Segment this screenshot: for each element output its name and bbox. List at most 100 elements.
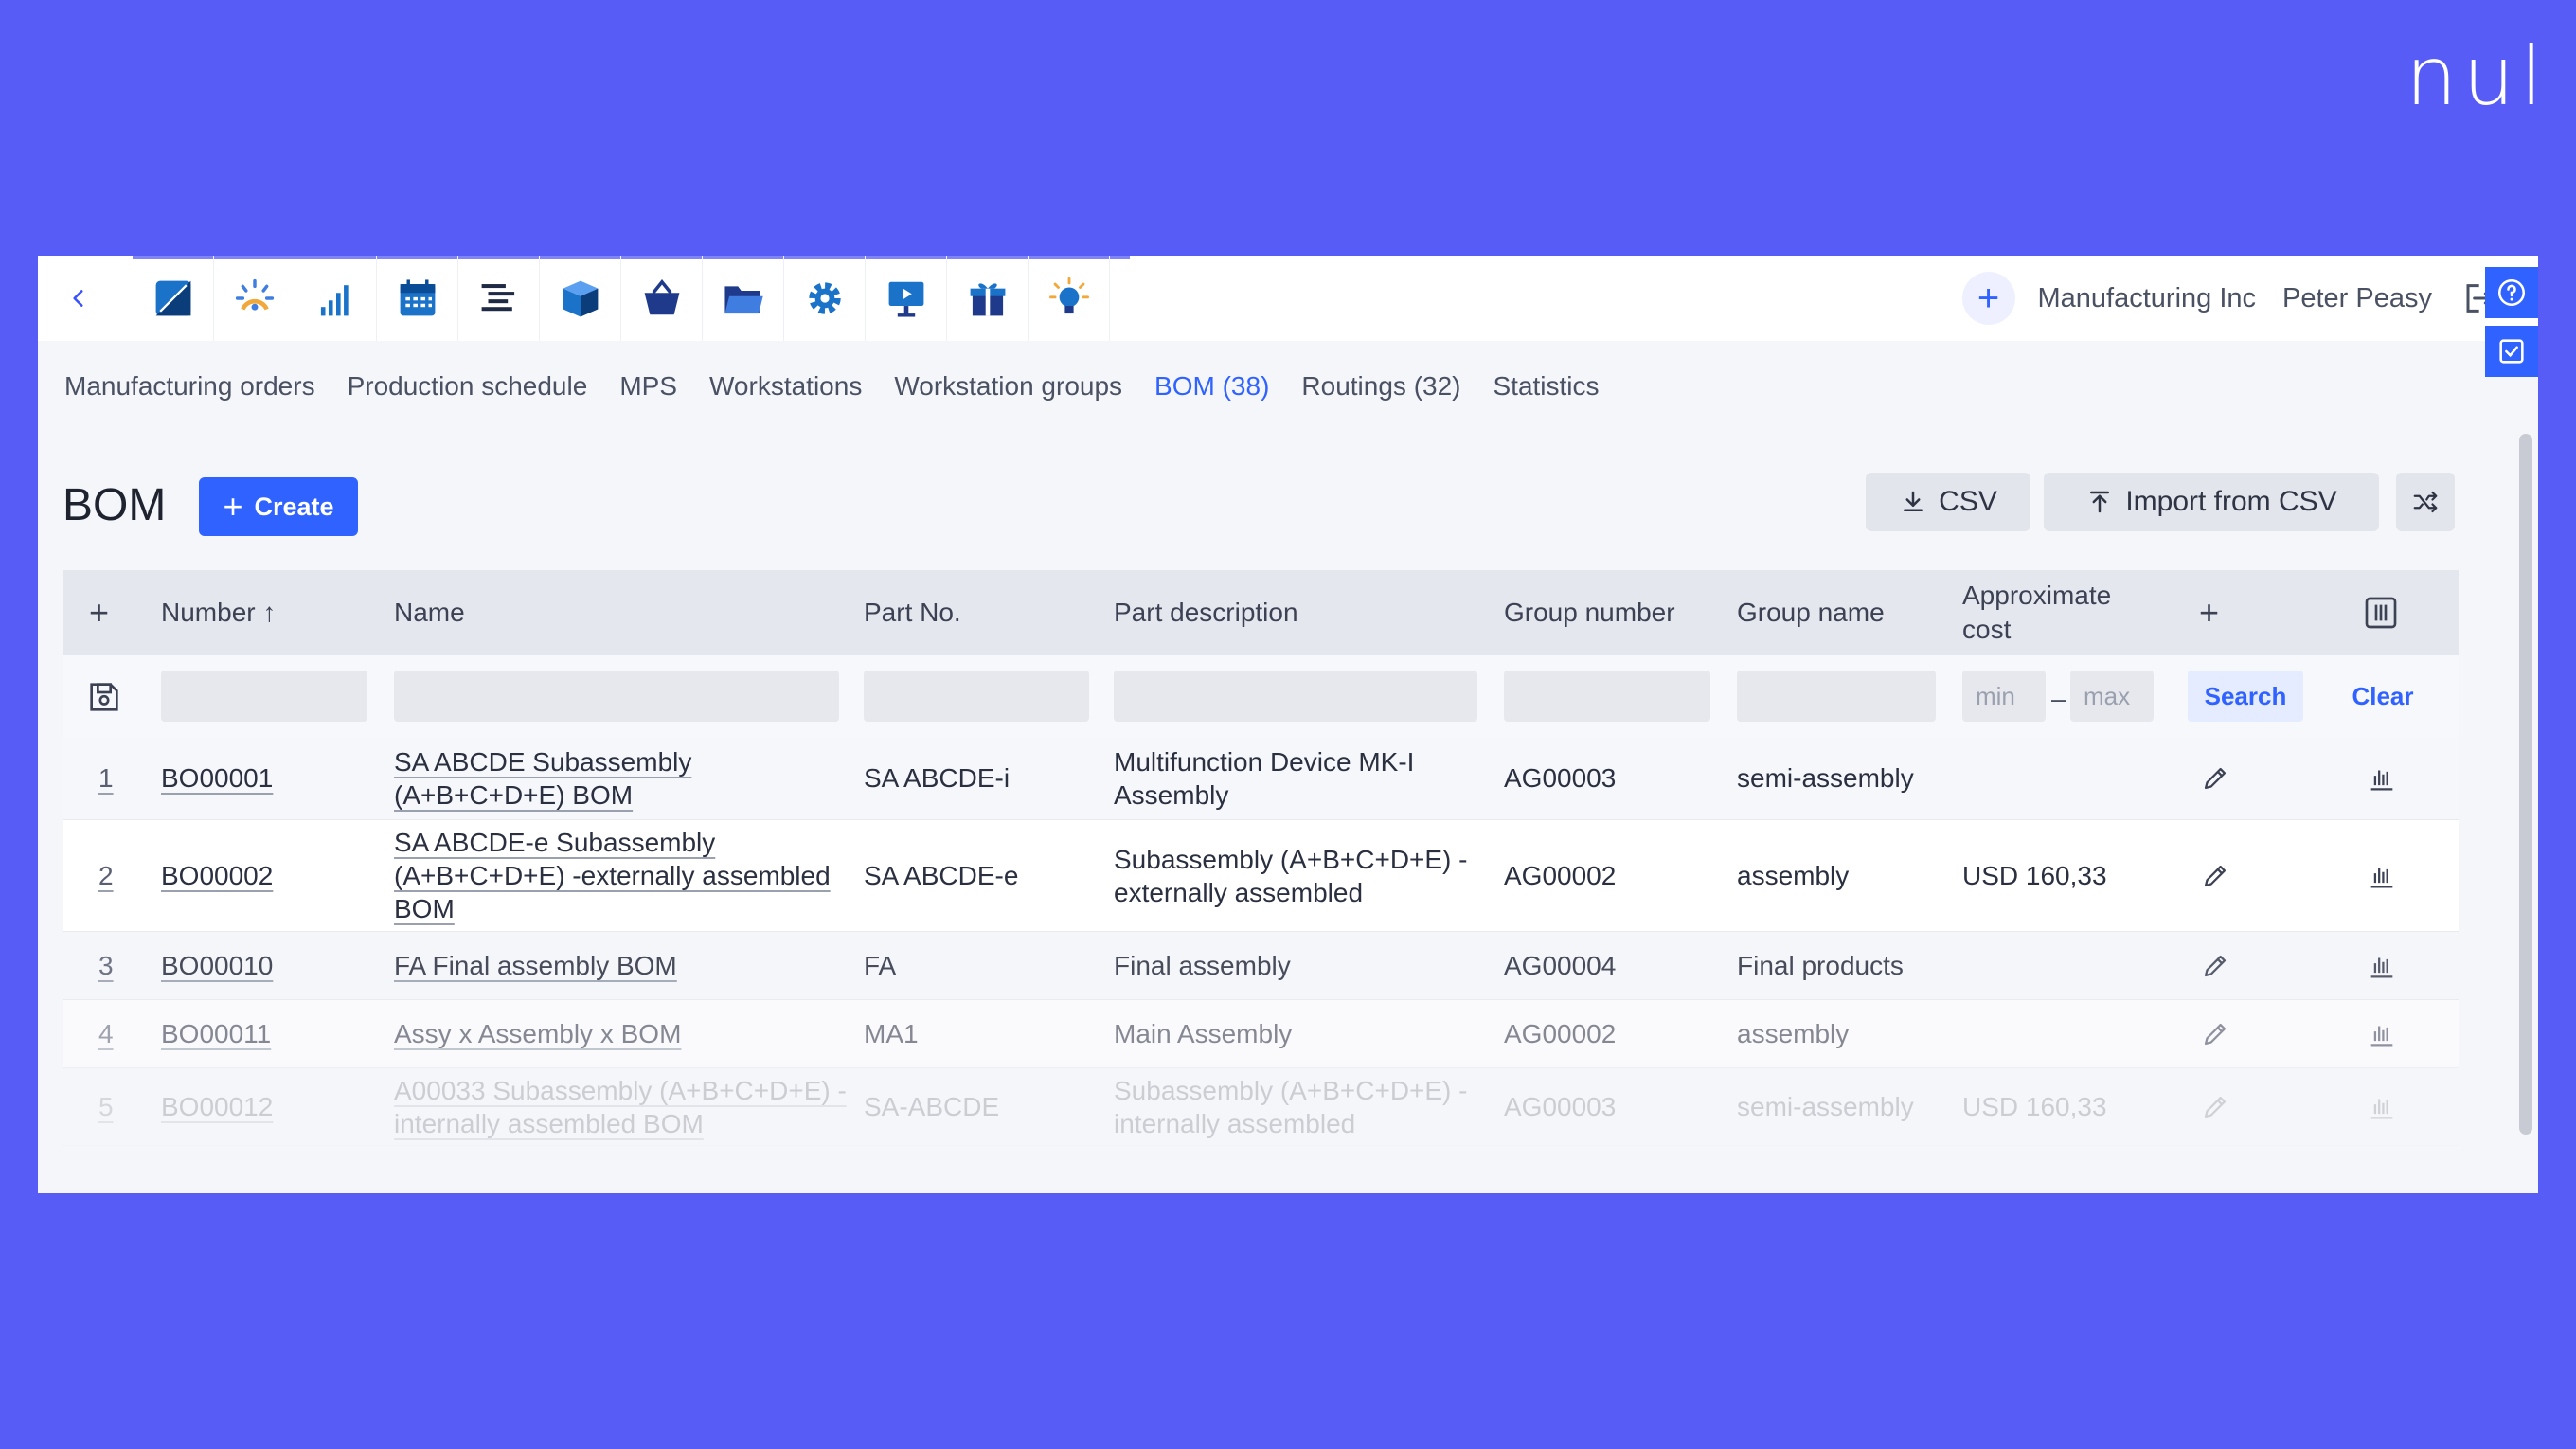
edit-button[interactable]	[2199, 820, 2231, 931]
lightbulb-icon	[1048, 277, 1089, 314]
module-gifts[interactable]	[947, 256, 1029, 341]
table-row[interactable]: 5 BO00012 A00033 Subassembly (A+B+C+D+E)…	[63, 1068, 2459, 1146]
table-row[interactable]: 1 BO00001 SA ABCDE Subassembly (A+B+C+D+…	[63, 737, 2459, 820]
download-icon	[1904, 491, 1923, 511]
part-description: Subassembly (A+B+C+D+E) - internally ass…	[1114, 1075, 1468, 1138]
filter-name-input[interactable]	[394, 671, 839, 722]
filter-cost-max-input[interactable]: max	[2070, 671, 2154, 722]
module-settings[interactable]	[784, 256, 866, 341]
column-number[interactable]: Number ↑	[161, 570, 276, 655]
column-approximate-cost[interactable]: Approximate cost	[1962, 570, 2142, 655]
save-icon	[90, 683, 118, 711]
add-column-button[interactable]: +	[2199, 570, 2219, 655]
bom-number-link[interactable]: BO00010	[161, 932, 273, 999]
bom-number-link[interactable]: BO00001	[161, 737, 273, 819]
csv-export-button[interactable]: CSV	[1866, 473, 2030, 531]
module-progress[interactable]	[214, 256, 295, 341]
create-button[interactable]: + Create	[199, 477, 358, 536]
module-presentation[interactable]	[866, 256, 947, 341]
tab-bom[interactable]: BOM (38)	[1154, 371, 1269, 402]
module-inventory[interactable]	[540, 256, 621, 341]
module-files[interactable]	[703, 256, 784, 341]
tab-workstation-groups[interactable]: Workstation groups	[894, 371, 1122, 402]
module-ideas[interactable]	[1029, 256, 1110, 341]
group-name: assembly	[1737, 861, 1850, 890]
part-no: SA ABCDE-i	[864, 763, 1011, 793]
save-filter-button[interactable]	[85, 678, 123, 721]
module-dashboard[interactable]	[133, 256, 214, 341]
module-sales[interactable]	[621, 256, 703, 341]
table-row[interactable]: 3 BO00010 FA Final assembly BOM FA Final…	[63, 932, 2459, 1000]
pencil-icon	[2204, 767, 2227, 789]
company-name[interactable]: Manufacturing Inc	[2038, 283, 2257, 314]
filter-cost-min-input[interactable]: min	[1962, 671, 2046, 722]
task-list-icon	[481, 284, 514, 312]
vertical-scrollbar[interactable]	[2519, 434, 2532, 1135]
bom-name-link[interactable]: SA ABCDE-e Subassembly (A+B+C+D+E) -exte…	[394, 820, 839, 931]
bar-chart-icon	[2370, 1099, 2393, 1118]
help-button[interactable]	[2485, 267, 2538, 318]
bom-name-link[interactable]: SA ABCDE Subassembly (A+B+C+D+E) BOM	[394, 737, 707, 819]
bom-name-link[interactable]: Assy x Assembly x BOM	[394, 1000, 839, 1067]
table-header-row: + Number ↑ Name Part No. Part descriptio…	[63, 570, 2459, 655]
create-button-label: Create	[254, 492, 334, 521]
back-chevron-icon[interactable]	[64, 282, 93, 314]
column-part-no[interactable]: Part No.	[864, 570, 961, 655]
tab-workstations[interactable]: Workstations	[709, 371, 862, 402]
table-row[interactable]: 4 BO00011 Assy x Assembly x BOM MA1 Main…	[63, 1000, 2459, 1068]
add-row-button[interactable]: +	[89, 570, 109, 655]
user-name[interactable]: Peter Peasy	[2282, 283, 2432, 314]
bom-name-link[interactable]: A00033 Subassembly (A+B+C+D+E) -internal…	[394, 1068, 849, 1145]
filter-part-description-input[interactable]	[1114, 671, 1477, 722]
part-no: FA	[864, 951, 897, 980]
stats-button[interactable]	[2366, 820, 2398, 931]
module-signal[interactable]	[295, 256, 377, 341]
column-part-description[interactable]: Part description	[1114, 570, 1298, 655]
stats-button[interactable]	[2366, 932, 2398, 999]
bom-name-link[interactable]: FA Final assembly BOM	[394, 932, 839, 999]
tab-mps[interactable]: MPS	[619, 371, 677, 402]
clear-button[interactable]: Clear	[2334, 671, 2432, 722]
edit-button[interactable]	[2199, 1068, 2231, 1145]
bom-number-link[interactable]: BO00011	[161, 1000, 271, 1067]
tab-manufacturing-orders[interactable]: Manufacturing orders	[64, 371, 315, 402]
module-calendar[interactable]	[377, 256, 458, 341]
dashboard-icon	[155, 280, 190, 316]
group-name: semi-assembly	[1737, 763, 1914, 793]
group-name: assembly	[1737, 1019, 1850, 1048]
filter-group-number-input[interactable]	[1504, 671, 1710, 722]
filter-number-input[interactable]	[161, 671, 367, 722]
group-number: AG00004	[1504, 951, 1617, 980]
group-number: AG00002	[1504, 1019, 1617, 1048]
column-group-name[interactable]: Group name	[1737, 570, 1885, 655]
brand-logo: nul	[2406, 29, 2549, 124]
bom-number-link[interactable]: BO00012	[161, 1068, 273, 1145]
tab-statistics[interactable]: Statistics	[1494, 371, 1600, 402]
bar-chart-icon	[2370, 770, 2393, 790]
filter-group-name-input[interactable]	[1737, 671, 1936, 722]
filter-part-no-input[interactable]	[864, 671, 1089, 722]
group-number: AG00003	[1504, 763, 1617, 793]
tab-production-schedule[interactable]: Production schedule	[348, 371, 588, 402]
checkbox-icon	[2499, 339, 2524, 364]
quick-add-button[interactable]: +	[1961, 272, 2015, 325]
top-bar: + Manufacturing Inc Peter Peasy	[38, 256, 2538, 377]
edit-button[interactable]	[2199, 932, 2231, 999]
table-row[interactable]: 2 BO00002 SA ABCDE-e Subassembly (A+B+C+…	[63, 820, 2459, 932]
stats-button[interactable]	[2366, 737, 2398, 819]
module-tasks[interactable]	[458, 256, 540, 341]
edit-button[interactable]	[2199, 1000, 2231, 1067]
stats-button[interactable]	[2366, 1000, 2398, 1067]
stats-button[interactable]	[2366, 1068, 2398, 1145]
column-name[interactable]: Name	[394, 570, 465, 655]
tab-routings[interactable]: Routings (32)	[1301, 371, 1460, 402]
csv-label: CSV	[1939, 486, 1997, 517]
column-group-number[interactable]: Group number	[1504, 570, 1675, 655]
shuffle-button[interactable]	[2396, 473, 2455, 531]
search-button[interactable]: Search	[2188, 671, 2303, 722]
edit-button[interactable]	[2199, 737, 2231, 819]
tasks-button[interactable]	[2485, 326, 2538, 377]
bom-number-link[interactable]: BO00002	[161, 820, 273, 931]
column-settings-button[interactable]	[2362, 570, 2400, 655]
import-csv-button[interactable]: Import from CSV	[2044, 473, 2379, 531]
